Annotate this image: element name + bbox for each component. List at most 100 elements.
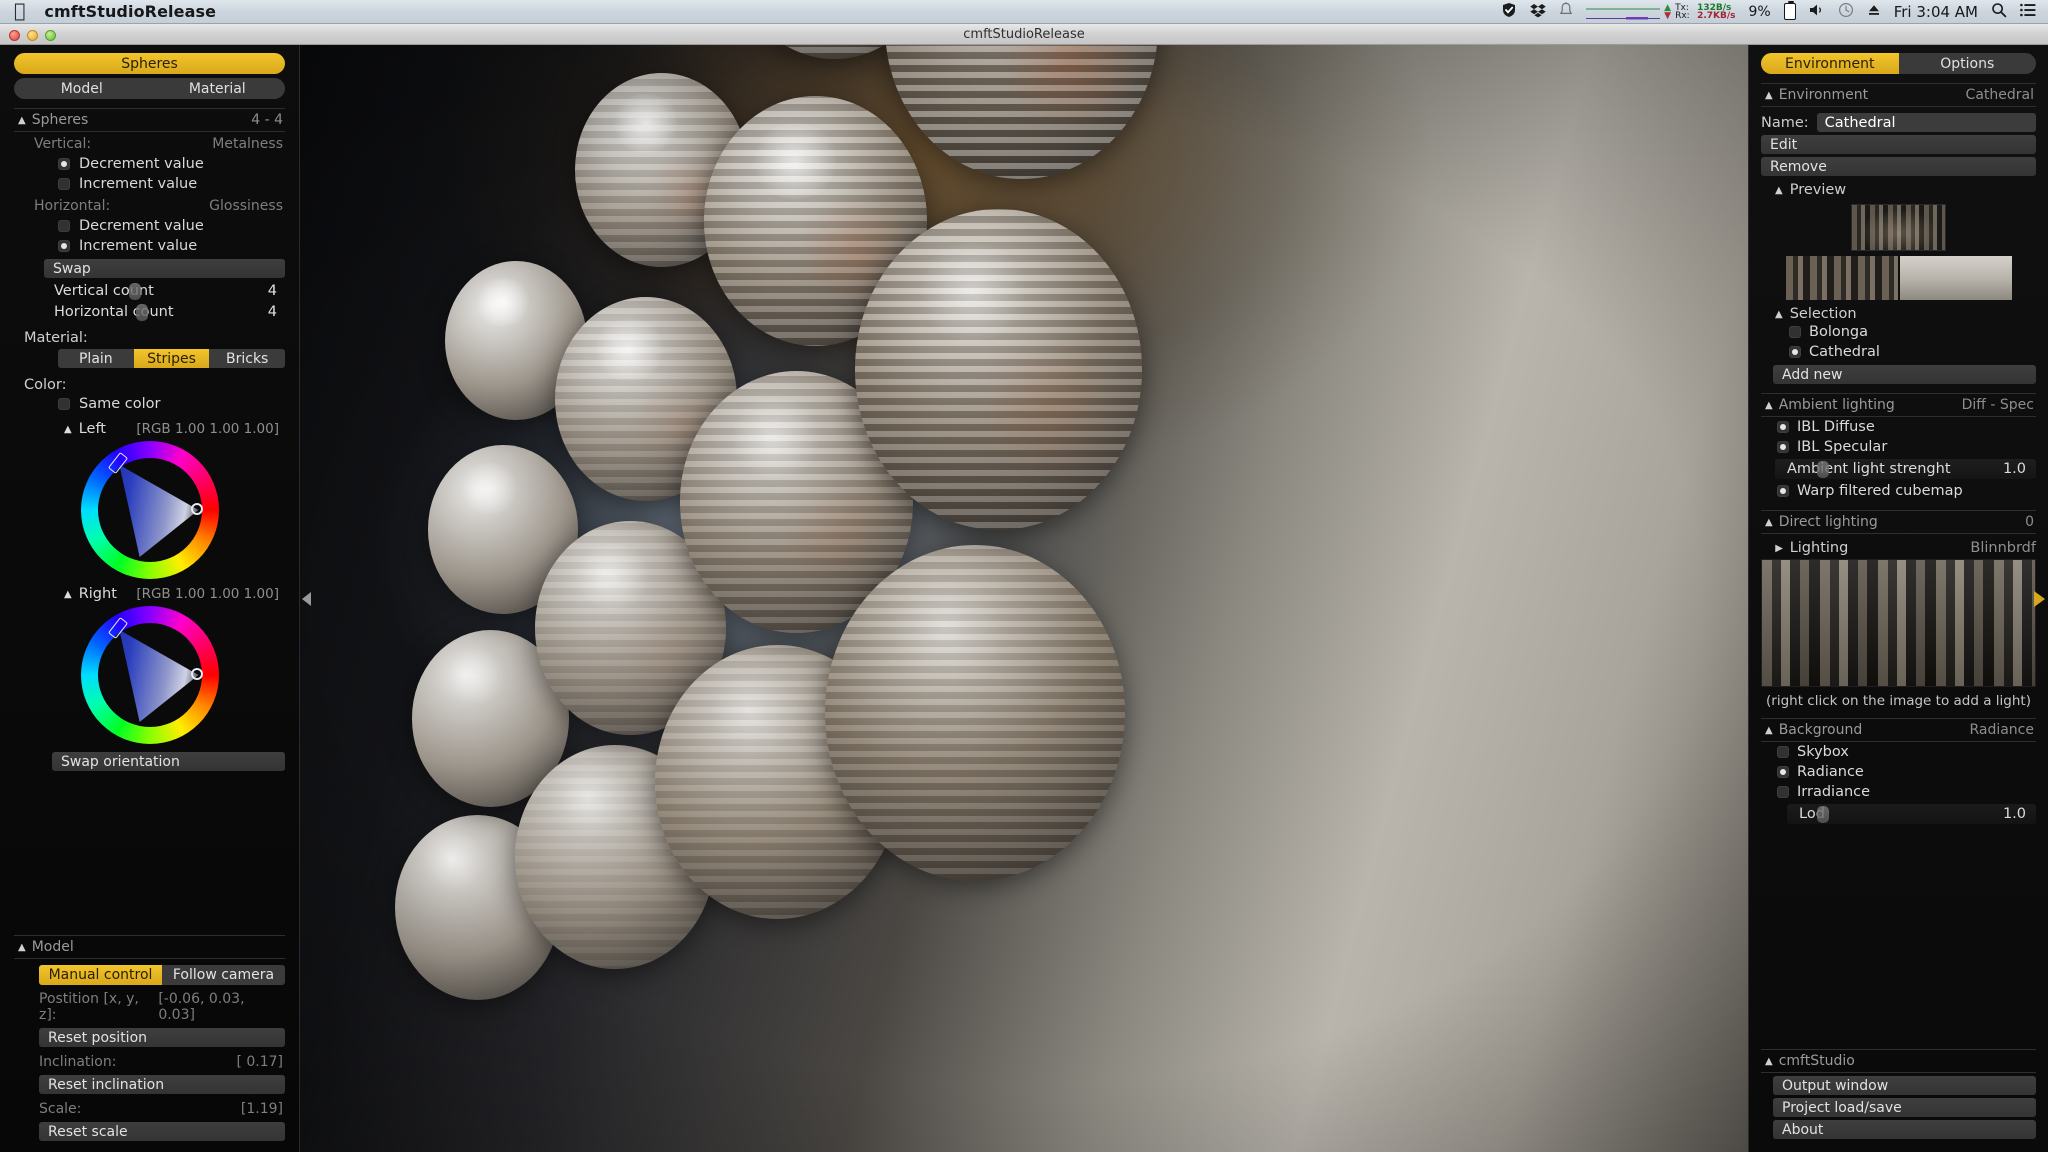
- right-color-wheel[interactable]: [81, 606, 219, 744]
- slider-knob[interactable]: [1817, 461, 1829, 478]
- checkmark-shield-icon[interactable]: [1501, 2, 1517, 21]
- mode-manual-control[interactable]: Manual control: [39, 965, 162, 985]
- sv-marker-handle[interactable]: [191, 668, 203, 680]
- swap-orientation-button[interactable]: Swap orientation: [52, 752, 285, 771]
- 3d-viewport[interactable]: [300, 45, 1748, 1152]
- edit-environment-button[interactable]: Edit: [1761, 135, 2036, 154]
- tab-options[interactable]: Options: [1899, 53, 2037, 74]
- background-section-header[interactable]: ▲ Background Radiance: [1761, 718, 2036, 742]
- cmftstudio-section-header[interactable]: ▲ cmftStudio: [1761, 1049, 2036, 1073]
- speaker-icon[interactable]: [1809, 3, 1825, 20]
- environment-name-label: Name:: [1761, 115, 1809, 131]
- ambient-light-strength-slider[interactable]: Ambient light strenght 1.0: [1775, 459, 2036, 479]
- ibl-diffuse-option[interactable]: IBL Diffuse: [1761, 417, 2036, 437]
- tab-model[interactable]: Model: [14, 78, 150, 99]
- environment-irradiance-thumbnail[interactable]: [1900, 256, 2012, 300]
- material-option-plain[interactable]: Plain: [58, 349, 134, 368]
- battery-icon[interactable]: [1784, 3, 1796, 20]
- eject-icon[interactable]: [1867, 3, 1881, 20]
- environment-section-header[interactable]: ▲ Environment Cathedral: [1761, 83, 2036, 107]
- background-option-skybox[interactable]: Skybox: [1761, 742, 2036, 762]
- ambient-lighting-section-header[interactable]: ▲ Ambient lighting Diff - Spec: [1761, 393, 2036, 417]
- environment-radiance-thumbnail[interactable]: [1786, 256, 1898, 300]
- sphere-r1-c3[interactable]: [855, 209, 1142, 530]
- vertical-count-value: 4: [268, 283, 277, 299]
- menubar-app-name[interactable]: cmftStudioRelease: [44, 2, 216, 21]
- sphere-r2-c3[interactable]: [885, 45, 1158, 179]
- slider-knob[interactable]: [129, 283, 141, 300]
- dropbox-icon[interactable]: [1530, 2, 1546, 21]
- search-icon[interactable]: [1991, 2, 2007, 21]
- reset-position-button[interactable]: Reset position: [39, 1028, 285, 1047]
- model-material-tabs: Model Material: [14, 78, 285, 99]
- minimize-window-button[interactable]: [27, 30, 38, 41]
- about-button[interactable]: About: [1773, 1120, 2036, 1139]
- selection-item-cathedral[interactable]: Cathedral: [1761, 342, 2036, 362]
- bell-icon[interactable]: [1559, 2, 1573, 21]
- close-window-button[interactable]: [9, 30, 20, 41]
- sphere-r0-c3[interactable]: [825, 545, 1125, 881]
- right-color-header[interactable]: ▲ Right [RGB 1.00 1.00 1.00]: [14, 586, 285, 602]
- model-section-header[interactable]: ▲ Model: [14, 935, 285, 959]
- selection-item-bolonga[interactable]: Bolonga: [1761, 322, 2036, 342]
- vertical-count-slider[interactable]: Vertical count 4: [44, 281, 285, 301]
- menubar-clock[interactable]: Fri 3:04 AM: [1894, 3, 1978, 21]
- ibl-specular-option[interactable]: IBL Specular: [1761, 437, 2036, 457]
- swap-button[interactable]: Swap: [44, 259, 285, 278]
- preview-subsection-header[interactable]: ▲ Preview: [1761, 182, 2036, 198]
- warp-filtered-cubemap-option[interactable]: Warp filtered cubemap: [1761, 481, 2036, 501]
- collapse-right-panel-arrow-icon[interactable]: [2034, 591, 2045, 607]
- same-color-option[interactable]: Same color: [14, 394, 285, 414]
- network-monitor-widget[interactable]: ▲ ▼ Tx:132B/s Rx:2.7KB/s: [1586, 4, 1735, 20]
- material-label: Material:: [14, 323, 285, 347]
- material-option-stripes[interactable]: Stripes: [134, 349, 210, 368]
- material-option-bricks[interactable]: Bricks: [209, 349, 285, 368]
- zoom-window-button[interactable]: [45, 30, 56, 41]
- slider-knob[interactable]: [1817, 806, 1829, 823]
- add-new-environment-button[interactable]: Add new: [1773, 365, 2036, 384]
- output-window-button[interactable]: Output window: [1773, 1076, 2036, 1095]
- radio-icon: [1777, 441, 1789, 453]
- environment-preview-thumbnail[interactable]: [1851, 204, 1946, 251]
- left-color-wheel[interactable]: [81, 441, 219, 579]
- spheres-title-pill[interactable]: Spheres: [14, 53, 285, 74]
- direct-lighting-section-header[interactable]: ▲ Direct lighting 0: [1761, 510, 2036, 534]
- horizontal-decrement-option[interactable]: Decrement value: [14, 216, 285, 236]
- tab-material[interactable]: Material: [150, 78, 286, 99]
- project-load-save-button[interactable]: Project load/save: [1773, 1098, 2036, 1117]
- sv-marker-handle[interactable]: [191, 503, 203, 515]
- apple-logo-icon[interactable]: : [14, 2, 25, 21]
- lighting-label: Lighting: [1790, 540, 1849, 556]
- lod-slider[interactable]: Lod 1.0: [1787, 804, 2036, 824]
- lighting-subsection-header[interactable]: ▲ Lighting Blinnbrdf: [1761, 540, 2036, 556]
- battery-percent-label[interactable]: 9%: [1748, 4, 1770, 20]
- vertical-increment-option[interactable]: Increment value: [14, 174, 285, 194]
- sphere-specular-highlight: [555, 769, 639, 837]
- collapse-left-panel-arrow-icon[interactable]: [302, 592, 311, 606]
- horizontal-increment-option[interactable]: Increment value: [14, 236, 285, 256]
- spheres-section-header[interactable]: ▲ Spheres 4 - 4: [14, 108, 285, 132]
- background-option-radiance[interactable]: Radiance: [1761, 762, 2036, 782]
- background-option-irradiance[interactable]: Irradiance: [1761, 782, 2036, 802]
- window-titlebar: cmftStudioRelease: [0, 24, 2048, 45]
- environment-name-input[interactable]: Cathedral: [1817, 113, 2036, 132]
- reset-inclination-button[interactable]: Reset inclination: [39, 1075, 285, 1094]
- reset-scale-button[interactable]: Reset scale: [39, 1122, 285, 1141]
- selection-subsection-header[interactable]: ▲ Selection: [1761, 306, 2036, 322]
- scale-value: [1.19]: [241, 1101, 283, 1117]
- left-color-header[interactable]: ▲ Left [RGB 1.00 1.00 1.00]: [14, 421, 285, 437]
- remove-environment-button[interactable]: Remove: [1761, 157, 2036, 176]
- lighting-environment-image[interactable]: [1761, 559, 2036, 687]
- tab-environment[interactable]: Environment: [1761, 53, 1899, 74]
- horizontal-count-slider[interactable]: Horizontal count 4: [44, 302, 285, 322]
- sphere-specular-highlight: [443, 649, 509, 703]
- mode-follow-camera[interactable]: Follow camera: [162, 965, 285, 985]
- rx-value: 2.7KB/s: [1697, 12, 1735, 20]
- vertical-mapping: Metalness: [212, 136, 283, 152]
- rx-label: Rx:: [1675, 12, 1692, 20]
- horizontal-row-label: Horizontal: Glossiness: [14, 194, 285, 216]
- list-lines-icon[interactable]: [2020, 3, 2036, 20]
- time-machine-icon[interactable]: [1838, 2, 1854, 21]
- vertical-decrement-option[interactable]: Decrement value: [14, 154, 285, 174]
- slider-knob[interactable]: [136, 304, 148, 321]
